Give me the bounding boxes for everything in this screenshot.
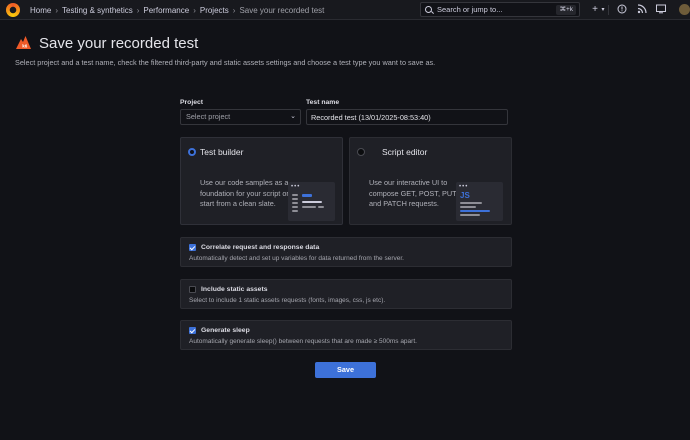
test-builder-radio[interactable] <box>188 148 196 156</box>
test-builder-description: Use our code samples as a foundation for… <box>200 178 289 208</box>
breadcrumb: Home › Testing & synthetics › Performanc… <box>30 0 324 20</box>
tv-icon[interactable] <box>655 4 667 16</box>
generate-sleep-checkbox[interactable] <box>189 327 196 334</box>
static-assets-description: Select to include 1 static assets reques… <box>189 297 386 304</box>
option-correlate[interactable]: Correlate request and response data Auto… <box>180 237 512 267</box>
avatar[interactable] <box>679 4 690 15</box>
svg-text:k6: k6 <box>22 44 28 49</box>
search-shortcut-badge: ⌘+k <box>556 5 576 15</box>
correlate-description: Automatically detect and set up variable… <box>189 255 404 262</box>
breadcrumb-current-page: Save your recorded test <box>239 5 325 15</box>
k6-logo-icon: k6 <box>16 36 31 49</box>
script-editor-description: Use our interactive UI to compose GET, P… <box>369 178 457 208</box>
static-assets-checkbox[interactable] <box>189 286 196 293</box>
js-badge: JS <box>460 191 470 200</box>
chevron-right-icon: › <box>193 5 196 15</box>
script-editor-radio[interactable] <box>357 148 365 156</box>
breadcrumb-testing-synthetics[interactable]: Testing & synthetics <box>62 6 133 15</box>
breadcrumb-projects[interactable]: Projects <box>200 6 229 15</box>
page-description: Select project and a test name, check th… <box>15 58 436 67</box>
test-builder-title: Test builder <box>200 147 244 157</box>
static-assets-title: Include static assets <box>201 285 268 293</box>
option-generate-sleep[interactable]: Generate sleep Automatically generate sl… <box>180 320 512 350</box>
save-button[interactable]: Save <box>315 362 376 378</box>
script-editor-title: Script editor <box>382 147 428 157</box>
search-icon <box>425 6 432 13</box>
window-dots-icon: ••• <box>291 184 301 190</box>
project-label: Project <box>180 99 204 106</box>
project-select[interactable]: Select project ⌄ <box>180 109 301 125</box>
search-input[interactable]: Search or jump to... ⌘+k <box>420 2 580 17</box>
breadcrumb-home[interactable]: Home <box>30 6 51 15</box>
test-builder-illustration-icon: ••• <box>288 182 335 221</box>
help-icon[interactable] <box>616 4 628 16</box>
test-builder-card[interactable]: Test builder Use our code samples as a f… <box>180 137 343 225</box>
generate-sleep-title: Generate sleep <box>201 326 250 334</box>
grafana-logo-icon[interactable] <box>6 3 20 17</box>
search-placeholder: Search or jump to... <box>437 5 503 14</box>
chevron-right-icon: › <box>136 5 140 15</box>
breadcrumb-performance[interactable]: Performance <box>143 6 189 15</box>
window-dots-icon: ••• <box>459 184 469 190</box>
script-editor-card[interactable]: Script editor Use our interactive UI to … <box>349 137 512 225</box>
chevron-right-icon: › <box>55 5 59 15</box>
rss-icon[interactable] <box>636 4 648 16</box>
option-static-assets[interactable]: Include static assets Select to include … <box>180 279 512 309</box>
page-title: Save your recorded test <box>39 35 199 52</box>
chevron-down-icon: ⌄ <box>290 113 296 120</box>
chevron-right-icon: › <box>232 5 236 15</box>
correlate-checkbox[interactable] <box>189 244 196 251</box>
generate-sleep-description: Automatically generate sleep() between r… <box>189 338 417 345</box>
correlate-title: Correlate request and response data <box>201 243 320 251</box>
script-editor-illustration-icon: ••• JS <box>456 182 503 221</box>
test-name-label: Test name <box>306 99 340 106</box>
top-navbar: Home › Testing & synthetics › Performanc… <box>0 0 690 20</box>
test-name-input[interactable] <box>306 109 508 125</box>
toolbar-divider <box>608 5 609 15</box>
project-select-placeholder: Select project <box>186 112 231 121</box>
